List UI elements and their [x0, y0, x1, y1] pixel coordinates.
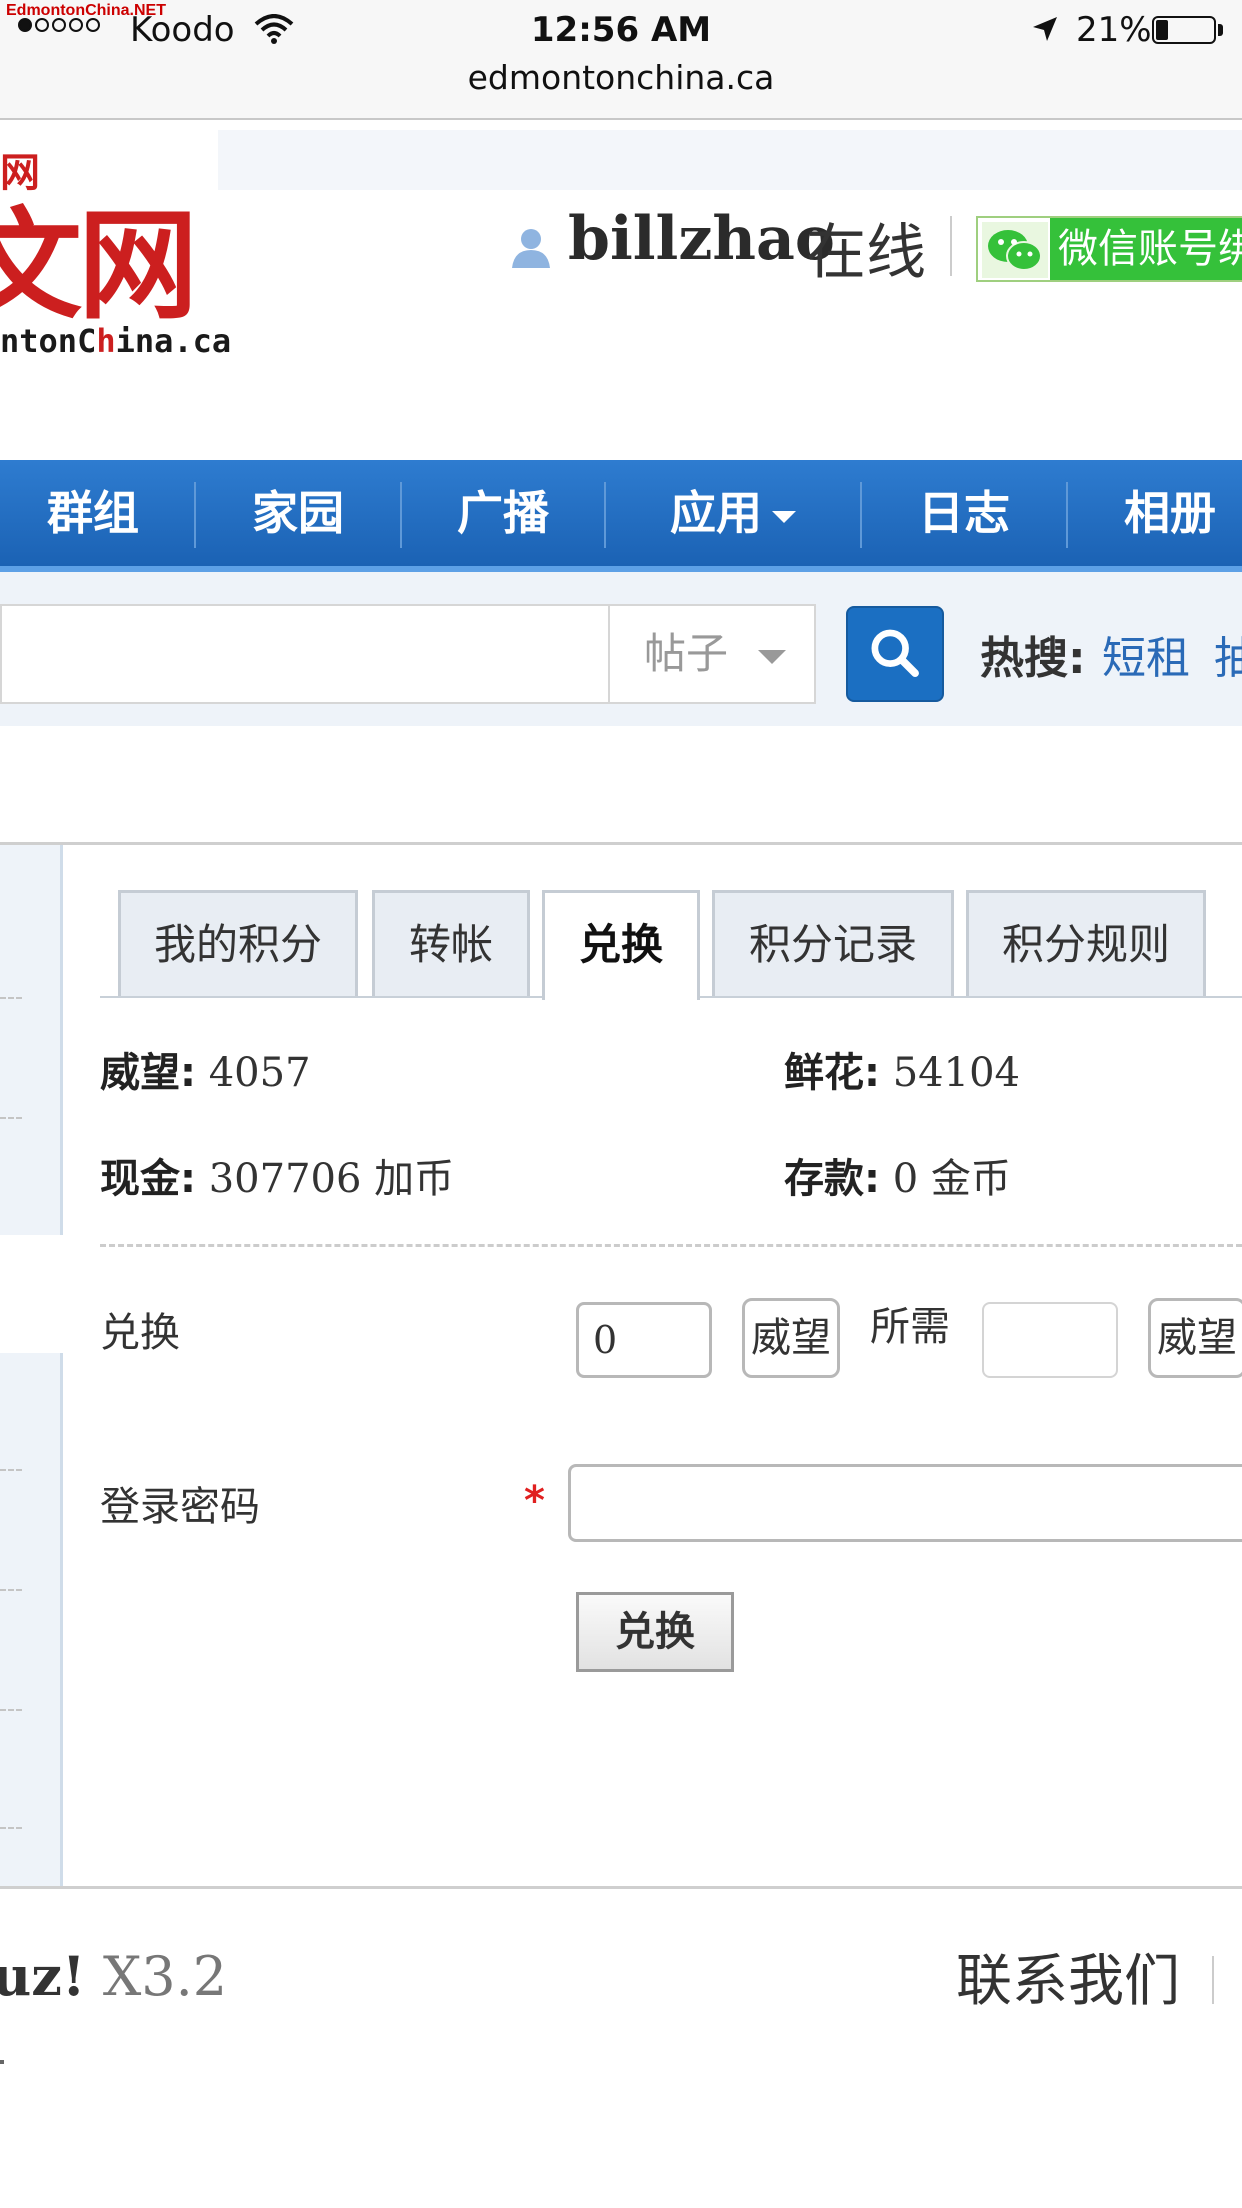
hot-search-term[interactable]: 抽	[1214, 622, 1242, 686]
user-icon	[512, 229, 550, 268]
sidebar-menu	[0, 1353, 63, 1887]
required-amount-field	[982, 1302, 1118, 1378]
sidebar-divider	[0, 1117, 22, 1119]
nav-separator	[400, 482, 402, 548]
stats-divider	[100, 1244, 1242, 1247]
logo-sub-part-1: ntonC	[0, 322, 97, 360]
tab-my-points[interactable]: 我的积分	[118, 890, 358, 996]
stat-cash: 现金: 307706 加币	[100, 1146, 454, 1204]
header-divider	[950, 216, 952, 276]
sidebar-gap	[0, 1235, 63, 1353]
battery-icon	[1152, 16, 1216, 44]
stat-value: 307706 加币	[208, 1156, 455, 1202]
username-link[interactable]: billzhao	[568, 204, 835, 274]
panel-bottom-border	[0, 1886, 1242, 1889]
stat-deposit: 存款: 0 金币	[784, 1146, 1011, 1204]
to-unit-select[interactable]: 威望	[1148, 1298, 1242, 1378]
wechat-bind-label: 微信账号绑	[1050, 218, 1242, 280]
battery-tip	[1218, 24, 1223, 36]
battery-percent: 21%	[1076, 10, 1152, 50]
footer-separator	[1212, 1956, 1214, 2004]
main-nav: 群组 家园 广播 应用 日志 相册	[0, 460, 1242, 572]
sidebar-menu	[0, 845, 63, 1235]
nav-item-home[interactable]: 家园	[198, 460, 398, 566]
footer-brand-version: X3.2	[102, 1945, 228, 2008]
sidebar-divider	[0, 1589, 22, 1591]
footer-brand-name: uz!	[0, 1944, 86, 2008]
stat-value: 0 金币	[892, 1156, 1011, 1202]
footer-contact-link[interactable]: 联系我们	[956, 1936, 1180, 2017]
wechat-bind-button[interactable]: 微信账号绑	[976, 216, 1242, 282]
tab-transfer[interactable]: 转帐	[372, 890, 530, 996]
address-bar-url[interactable]: edmontonchina.ca	[0, 58, 1242, 97]
tab-exchange[interactable]: 兑换	[542, 890, 700, 1000]
sidebar-divider	[0, 1469, 22, 1471]
logo-glyphs: 文网	[0, 195, 198, 336]
header-band	[218, 130, 1242, 190]
stat-label: 鲜花:	[784, 1050, 880, 1096]
nav-item-apps[interactable]: 应用	[608, 460, 858, 566]
logo-sub-part-2: ina.ca	[115, 322, 232, 360]
search-input[interactable]	[0, 604, 608, 704]
online-status: 在线	[806, 218, 926, 288]
exchange-submit-button[interactable]: 兑换	[576, 1592, 734, 1672]
wechat-icon	[982, 222, 1048, 278]
hot-search-label: 热搜:	[980, 633, 1086, 684]
hot-search-term[interactable]: 短租	[1102, 622, 1190, 686]
stat-label: 存款:	[784, 1156, 880, 1202]
required-marker: *	[524, 1478, 545, 1524]
from-unit-select[interactable]: 威望	[742, 1298, 840, 1378]
stat-prestige: 威望: 4057	[100, 1040, 311, 1098]
nav-separator	[1066, 482, 1068, 548]
stat-value: 54104	[892, 1050, 1020, 1096]
stat-flowers: 鲜花: 54104	[784, 1040, 1020, 1098]
exchange-label: 兑换	[100, 1310, 180, 1356]
stat-value: 4057	[208, 1050, 311, 1096]
sidebar-divider	[0, 1709, 22, 1711]
nav-separator	[604, 482, 606, 548]
location-arrow-icon	[1033, 17, 1057, 41]
nav-item-broadcast[interactable]: 广播	[404, 460, 602, 566]
password-label: 登录密码	[100, 1484, 260, 1530]
logo-subtitle: ntonChina.ca	[0, 322, 231, 360]
nav-item-groups[interactable]: 群组	[0, 460, 186, 566]
password-input[interactable]	[568, 1464, 1242, 1542]
search-type-select[interactable]: 帖子	[608, 604, 816, 704]
sidebar-divider	[0, 997, 22, 999]
tab-points-rules[interactable]: 积分规则	[966, 890, 1206, 996]
logo-sub-red-letter: h	[96, 322, 116, 360]
footer-powered-by[interactable]: uz! X3.2	[0, 1944, 227, 2008]
nav-item-blog[interactable]: 日志	[864, 460, 1064, 566]
footer-dot	[0, 2060, 4, 2064]
chevron-down-icon	[772, 510, 796, 523]
nav-item-apps-label: 应用	[670, 486, 762, 540]
stat-label: 威望:	[100, 1050, 196, 1096]
nav-separator	[860, 482, 862, 548]
panel-top-border	[0, 842, 1242, 845]
required-label: 所需	[870, 1304, 950, 1350]
chevron-down-icon	[758, 650, 786, 664]
exchange-amount-input[interactable]: 0	[576, 1302, 712, 1378]
nav-item-album[interactable]: 相册	[1070, 460, 1242, 566]
search-button[interactable]	[846, 606, 944, 702]
tab-points-log[interactable]: 积分记录	[712, 890, 954, 996]
search-type-label: 帖子	[644, 629, 729, 678]
nav-separator	[194, 482, 196, 548]
sidebar-divider	[0, 1827, 22, 1829]
search-icon	[871, 629, 919, 677]
stat-label: 现金:	[100, 1156, 196, 1202]
